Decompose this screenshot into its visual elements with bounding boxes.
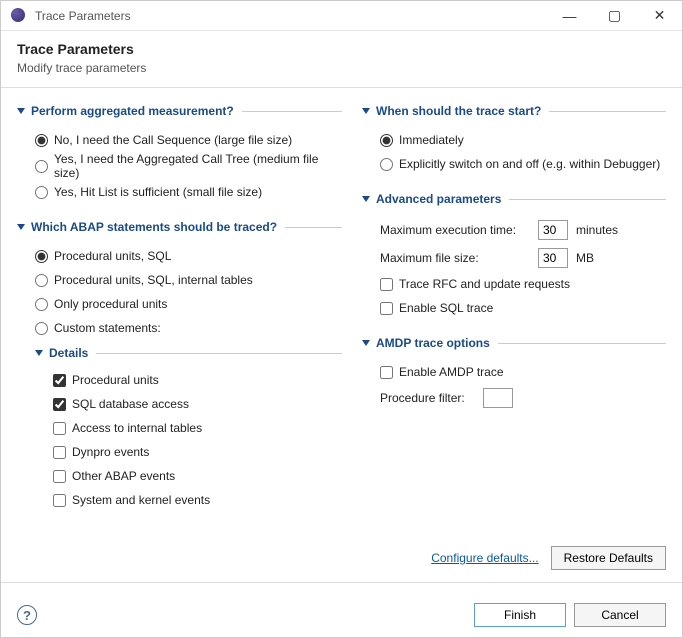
abap-section: Which ABAP statements should be traced? … — [17, 220, 342, 512]
tracestart-section: When should the trace start? Immediately… — [362, 104, 666, 176]
tracerfc-label: Trace RFC and update requests — [399, 277, 570, 291]
tracestart-header[interactable]: When should the trace start? — [362, 104, 666, 118]
enablesql-check[interactable] — [380, 302, 393, 315]
maxtime-input[interactable] — [538, 220, 568, 240]
chevron-down-icon — [362, 196, 370, 202]
abap-ponly-label: Only procedural units — [54, 297, 167, 311]
ts-explicit-label: Explicitly switch on and off (e.g. withi… — [399, 157, 660, 171]
abap-custom-label: Custom statements: — [54, 321, 161, 335]
separator — [1, 582, 682, 583]
det-dynpro-check[interactable] — [53, 446, 66, 459]
det-otherabap-label: Other ABAP events — [72, 469, 175, 483]
det-otherabap-check[interactable] — [53, 470, 66, 483]
abap-psql-int-radio[interactable] — [35, 274, 48, 287]
details-header[interactable]: Details — [35, 346, 342, 360]
agg-tree-label: Yes, I need the Aggregated Call Tree (me… — [54, 152, 342, 180]
enablesql-label: Enable SQL trace — [399, 301, 493, 315]
enable-amdp-check[interactable] — [380, 366, 393, 379]
maxsize-label: Maximum file size: — [380, 251, 530, 265]
agg-no-radio[interactable] — [35, 134, 48, 147]
amdp-section: AMDP trace options Enable AMDP trace Pro… — [362, 336, 666, 412]
chevron-down-icon — [35, 350, 43, 356]
configure-defaults-link[interactable]: Configure defaults... — [431, 551, 538, 565]
det-dynpro-label: Dynpro events — [72, 445, 149, 459]
det-syskernel-label: System and kernel events — [72, 493, 210, 507]
det-sqldb-label: SQL database access — [72, 397, 189, 411]
enable-amdp-label: Enable AMDP trace — [399, 365, 504, 379]
abap-psql-label: Procedural units, SQL — [54, 249, 171, 263]
cancel-button[interactable]: Cancel — [574, 603, 666, 627]
chevron-down-icon — [17, 108, 25, 114]
page-title: Trace Parameters — [17, 41, 666, 57]
procedure-filter-input[interactable] — [483, 388, 513, 408]
abap-psql-int-label: Procedural units, SQL, internal tables — [54, 273, 253, 287]
finish-button[interactable]: Finish — [474, 603, 566, 627]
det-procedural-label: Procedural units — [72, 373, 159, 387]
det-internal-check[interactable] — [53, 422, 66, 435]
close-button[interactable]: ✕ — [637, 1, 682, 30]
dialog-header: Trace Parameters Modify trace parameters — [1, 31, 682, 88]
det-syskernel-check[interactable] — [53, 494, 66, 507]
ts-immediate-label: Immediately — [399, 133, 464, 147]
maxsize-unit: MB — [576, 251, 594, 265]
maximize-button[interactable]: ▢ — [592, 1, 637, 30]
abap-ponly-radio[interactable] — [35, 298, 48, 311]
advanced-header[interactable]: Advanced parameters — [362, 192, 666, 206]
maxtime-label: Maximum execution time: — [380, 223, 530, 237]
footer-links: Configure defaults... Restore Defaults — [1, 546, 682, 582]
bottom-bar: ? Finish Cancel — [1, 593, 682, 637]
content-area: Perform aggregated measurement? No, I ne… — [1, 88, 682, 546]
agg-tree-radio[interactable] — [35, 160, 48, 173]
tracerfc-check[interactable] — [380, 278, 393, 291]
procedure-filter-label: Procedure filter: — [380, 391, 475, 405]
amdp-header[interactable]: AMDP trace options — [362, 336, 666, 350]
chevron-down-icon — [17, 224, 25, 230]
restore-defaults-button[interactable]: Restore Defaults — [551, 546, 666, 570]
abap-custom-radio[interactable] — [35, 322, 48, 335]
det-internal-label: Access to internal tables — [72, 421, 202, 435]
aggregated-header[interactable]: Perform aggregated measurement? — [17, 104, 342, 118]
det-procedural-check[interactable] — [53, 374, 66, 387]
minimize-button[interactable]: — — [547, 1, 592, 30]
advanced-section: Advanced parameters Maximum execution ti… — [362, 192, 666, 320]
det-sqldb-check[interactable] — [53, 398, 66, 411]
agg-no-label: No, I need the Call Sequence (large file… — [54, 133, 292, 147]
chevron-down-icon — [362, 108, 370, 114]
ts-immediate-radio[interactable] — [380, 134, 393, 147]
window-title: Trace Parameters — [35, 9, 547, 23]
agg-hitlist-radio[interactable] — [35, 186, 48, 199]
maxsize-input[interactable] — [538, 248, 568, 268]
abap-psql-radio[interactable] — [35, 250, 48, 263]
page-subtitle: Modify trace parameters — [17, 61, 666, 75]
chevron-down-icon — [362, 340, 370, 346]
app-icon — [11, 8, 27, 24]
agg-hitlist-label: Yes, Hit List is sufficient (small file … — [54, 185, 262, 199]
help-icon[interactable]: ? — [17, 605, 37, 625]
abap-header[interactable]: Which ABAP statements should be traced? — [17, 220, 342, 234]
maxtime-unit: minutes — [576, 223, 618, 237]
aggregated-section: Perform aggregated measurement? No, I ne… — [17, 104, 342, 204]
titlebar: Trace Parameters — ▢ ✕ — [1, 1, 682, 31]
ts-explicit-radio[interactable] — [380, 158, 393, 171]
